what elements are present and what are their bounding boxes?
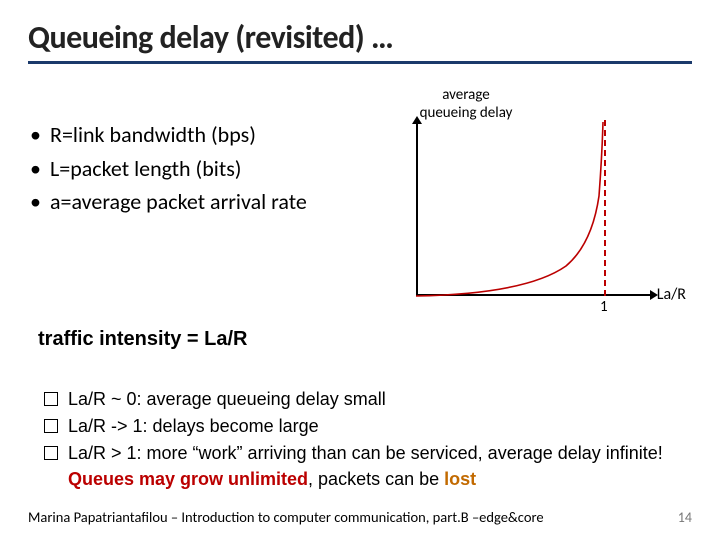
- delay-curve: [416, 126, 646, 296]
- cases-list: La/R ~ 0: average queueing delay small L…: [28, 387, 692, 492]
- def-item: a=average packet arrival rate: [28, 187, 338, 217]
- traffic-intensity-formula: traffic intensity = La/R: [38, 328, 692, 351]
- def-item: L=packet length (bits): [28, 154, 338, 184]
- definitions-list: R=link bandwidth (bps) L=packet length (…: [28, 86, 338, 316]
- case-item: La/R > 1: more “work” arriving than can …: [44, 441, 692, 491]
- highlight-lost: lost: [444, 469, 476, 489]
- bullet-box-icon: [44, 392, 58, 406]
- case-item: La/R ~ 0: average queueing delay small: [44, 387, 692, 412]
- x-tick-1: 1: [600, 298, 608, 316]
- bullet-box-icon: [44, 419, 58, 433]
- case-item: La/R -> 1: delays become large: [44, 414, 692, 439]
- delay-chart: average queueing delay 1 La/R: [356, 86, 692, 316]
- page-number: 14: [678, 509, 692, 526]
- chart-ylabel: average queueing delay: [406, 86, 526, 122]
- page-title: Queueing delay (revisited) …: [28, 18, 692, 57]
- def-item: R=link bandwidth (bps): [28, 120, 338, 150]
- x-axis-label: La/R: [657, 285, 686, 304]
- highlight-queues: Queues may grow unlimited: [68, 469, 308, 489]
- footer-attribution: Marina Papatriantafilou – Introduction t…: [28, 508, 544, 526]
- bullet-box-icon: [44, 446, 58, 460]
